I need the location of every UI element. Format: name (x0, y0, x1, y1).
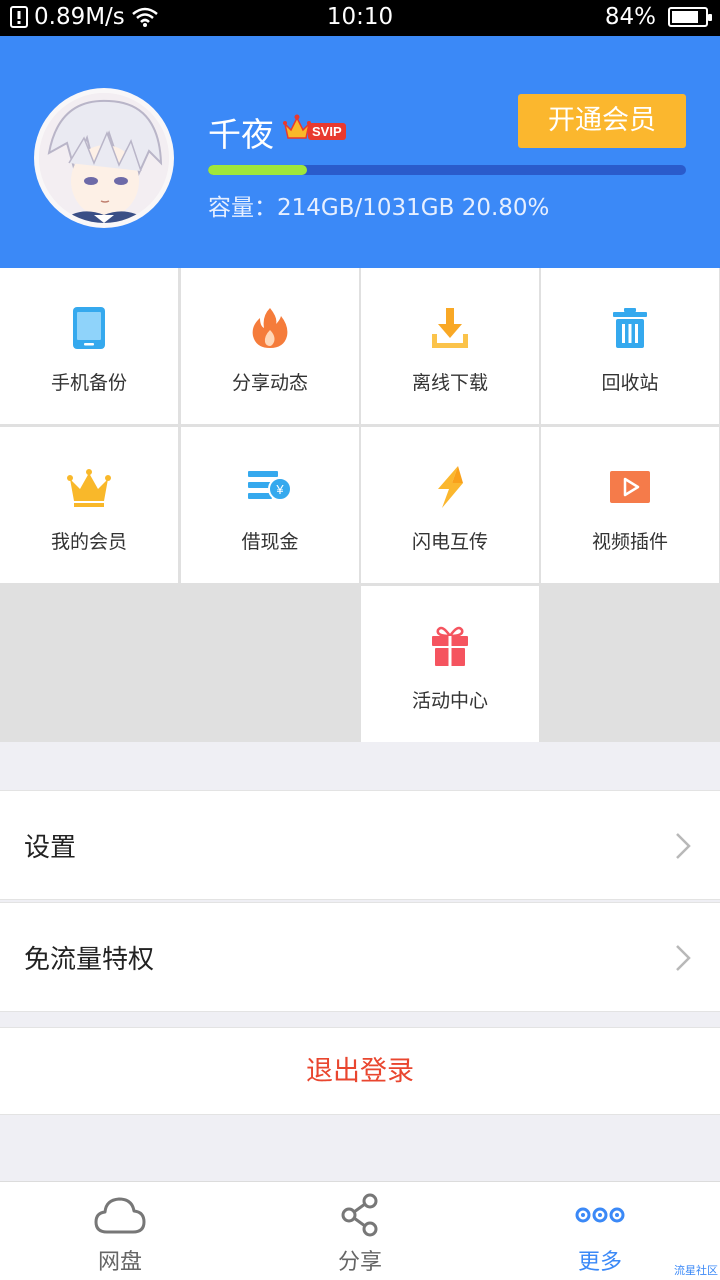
open-vip-button[interactable]: 开通会员 (518, 94, 686, 148)
bottom-tab-bar: 网盘 分享 更多 流星社区 (0, 1181, 720, 1280)
tab-label: 网盘 (97, 1250, 142, 1275)
feature-grid: 手机备份 分享动态 离线下载 回收站 我的会员 ¥ 借现金 闪电互传 视频插件 … (0, 268, 720, 742)
trash-icon (613, 308, 647, 348)
free-traffic-row[interactable]: 免流量特权 (0, 902, 720, 1012)
battery-icon (668, 7, 712, 27)
grid-item-borrow-cash[interactable]: ¥ 借现金 (181, 427, 359, 583)
grid-item-recycle-bin[interactable]: 回收站 (541, 268, 719, 424)
battery-percent: 84% (604, 4, 656, 30)
status-bar: 0.89M/s 10:10 84% (0, 0, 720, 36)
storage-progress-fill (208, 165, 308, 175)
video-icon (610, 471, 650, 503)
tab-share[interactable]: 分享 (240, 1182, 480, 1280)
battery-fill (672, 11, 699, 23)
phone-icon (73, 307, 105, 349)
settings-label: 设置 (24, 833, 77, 863)
flame-icon (252, 308, 288, 348)
lightning-icon (438, 466, 463, 508)
username: 千夜 (208, 115, 274, 154)
tab-label: 分享 (337, 1250, 382, 1275)
profile-header: 千夜 SVIP 开通会员 容量：214GB/1031GB 20.80% (0, 36, 720, 268)
grid-label: 闪电互传 (411, 531, 488, 553)
gift-icon (432, 626, 468, 666)
cloud-icon (94, 1197, 146, 1234)
grid-label: 手机备份 (50, 372, 127, 394)
crown-icon (67, 469, 111, 507)
storage-progress-bar (208, 165, 686, 175)
tab-cloud-drive[interactable]: 网盘 (0, 1182, 240, 1280)
settings-row[interactable]: 设置 (0, 790, 720, 900)
grid-item-offline-download[interactable]: 离线下载 (361, 268, 539, 424)
chevron-right-icon (676, 945, 691, 971)
grid-item-video-plugin[interactable]: 视频插件 (541, 427, 719, 583)
avatar[interactable] (34, 88, 174, 228)
svg-text:¥: ¥ (275, 482, 284, 497)
grid-item-my-membership[interactable]: 我的会员 (0, 427, 178, 583)
grid-label: 回收站 (601, 372, 659, 394)
grid-item-lightning-transfer[interactable]: 闪电互传 (361, 427, 539, 583)
grid-label: 分享动态 (231, 372, 308, 394)
grid-label: 视频插件 (591, 531, 668, 553)
cash-icon: ¥ (248, 471, 292, 501)
grid-label: 离线下载 (411, 372, 488, 394)
grid-label: 借现金 (241, 531, 299, 553)
logout-button[interactable]: 退出登录 (0, 1027, 720, 1115)
share-icon (341, 1193, 378, 1237)
watermark: 流星社区 (674, 1264, 718, 1277)
download-icon (432, 308, 468, 348)
free-traffic-label: 免流量特权 (24, 945, 155, 975)
grid-label: 活动中心 (411, 690, 488, 712)
grid-label: 我的会员 (50, 531, 127, 553)
storage-text: 容量：214GB/1031GB 20.80% (208, 195, 550, 221)
svip-badge: SVIP (282, 108, 346, 142)
grid-item-share-feed[interactable]: 分享动态 (181, 268, 359, 424)
svip-tag: SVIP (308, 123, 346, 140)
more-icon (575, 1207, 625, 1223)
grid-item-activity-center[interactable]: 活动中心 (361, 586, 539, 742)
grid-item-phone-backup[interactable]: 手机备份 (0, 268, 178, 424)
chevron-right-icon (676, 833, 691, 859)
